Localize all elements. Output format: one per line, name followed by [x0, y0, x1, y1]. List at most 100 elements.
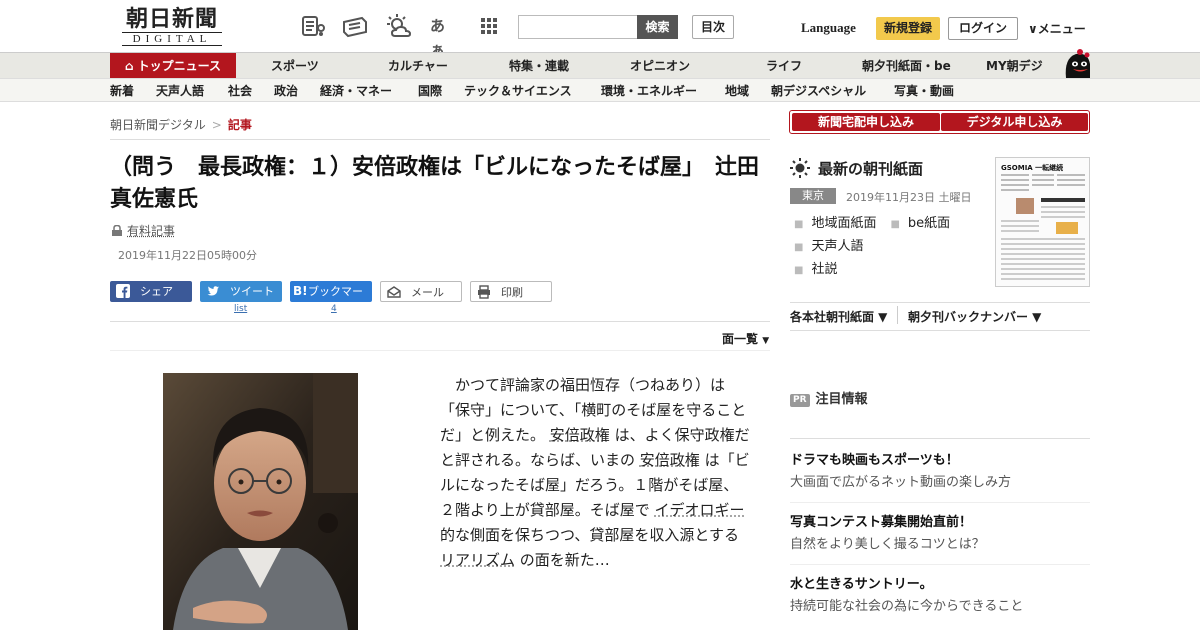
- print-button[interactable]: 印刷: [470, 281, 552, 302]
- divider: [790, 330, 1090, 331]
- bookmark-label: ブックマーク: [308, 285, 363, 319]
- body-text: の面を新た…: [519, 551, 610, 569]
- paper-link-tensei[interactable]: 天声人語: [811, 239, 863, 254]
- divider: [790, 564, 1090, 565]
- caret-down-icon: ▼: [762, 336, 770, 346]
- article-photo[interactable]: [163, 373, 358, 630]
- paper-link-editorial[interactable]: 社説: [811, 262, 837, 277]
- signup-button[interactable]: 新規登録: [876, 17, 940, 40]
- bullet-icon: ■: [794, 242, 804, 253]
- search-button[interactable]: 検索: [637, 15, 678, 39]
- apps-grid-icon[interactable]: [476, 14, 502, 38]
- login-button[interactable]: ログイン: [948, 17, 1018, 40]
- font-size-icon[interactable]: あぁ: [430, 14, 456, 59]
- site-header: 朝日新聞 DIGITAL あぁ 検索 目次 Language 新規登録 ログイン…: [0, 0, 1200, 59]
- pr-item[interactable]: 水と生きるサントリー。 持続可能な社会の為に今からできること: [790, 576, 1090, 617]
- nav2-tensei-jingo[interactable]: 天声人語: [156, 79, 204, 103]
- sun-icon: [790, 158, 810, 178]
- twitter-icon: [206, 284, 220, 298]
- pr-title: 注目情報: [815, 392, 868, 407]
- nav-my-asadigi[interactable]: MY朝デジ: [986, 53, 1043, 79]
- backnumber-dropdown[interactable]: 朝夕刊バックナンバー ▼: [908, 308, 1041, 325]
- article-date: 2019年11月22日05時00分: [118, 249, 257, 262]
- logo-sub: DIGITAL: [122, 32, 222, 46]
- print-label: 印刷: [501, 286, 523, 299]
- paid-article-badge[interactable]: 有料記事: [112, 222, 175, 239]
- home-icon: ⌂: [125, 59, 134, 73]
- digital-subscribe-button[interactable]: デジタル申し込み: [941, 113, 1088, 131]
- mail-label: メール: [411, 286, 444, 299]
- nav-life[interactable]: ライフ: [766, 53, 802, 79]
- toc-button[interactable]: 目次: [692, 15, 734, 39]
- pr-item-subtext: 大画面で広がるネット動画の楽しみ方: [790, 475, 1012, 490]
- mail-button[interactable]: メール: [380, 281, 462, 302]
- mascot-icon[interactable]: [1058, 44, 1094, 78]
- keyword-link[interactable]: イデオロギー: [654, 501, 744, 519]
- facebook-icon: [116, 284, 130, 298]
- logo-kanji: 朝日新聞: [125, 6, 218, 32]
- paper-link-regional[interactable]: 地域面紙面: [811, 216, 876, 231]
- pr-item-headline: ドラマも映画もスポーツも！: [790, 453, 959, 468]
- pr-item-subtext: 自然をより美しく撮るコツとは？: [790, 537, 985, 552]
- pr-item[interactable]: 写真コンテスト募集開始直前！ 自然をより美しく撮るコツとは？: [790, 514, 1090, 555]
- keyword-link[interactable]: 安倍政権: [640, 451, 700, 469]
- divider: [790, 502, 1090, 503]
- nav2-photo-video[interactable]: 写真・動画: [894, 79, 954, 103]
- divider: [110, 139, 770, 140]
- latest-paper-heading: 最新の朝刊紙面: [790, 158, 923, 179]
- subscription-buttons: 新聞宅配申し込み デジタル申し込み: [789, 110, 1090, 134]
- regional-paper-dropdown[interactable]: 各本社朝刊紙面 ▼: [790, 308, 887, 325]
- pr-item-headline: 写真コンテスト募集開始直前！: [790, 515, 973, 530]
- pr-item[interactable]: ドラマも映画もスポーツも！ 大画面で広がるネット動画の楽しみ方: [790, 452, 1090, 493]
- tweet-count[interactable]: list: [234, 304, 247, 314]
- nav2-environment[interactable]: 環境・エネルギー: [601, 79, 697, 103]
- front-page-thumbnail[interactable]: GSOMIA 一転継続: [995, 157, 1090, 287]
- breadcrumb-home[interactable]: 朝日新聞デジタル: [110, 118, 206, 132]
- region-badge: 東京: [790, 188, 836, 204]
- page-list-dropdown[interactable]: 面一覧 ▼: [722, 330, 769, 347]
- nav-features[interactable]: 特集・連載: [509, 53, 569, 79]
- nav-culture[interactable]: カルチャー: [388, 53, 448, 79]
- weather-icon[interactable]: [386, 14, 412, 38]
- newspaper-icon[interactable]: [300, 14, 326, 38]
- delivery-subscribe-button[interactable]: 新聞宅配申し込み: [792, 113, 940, 131]
- hatena-icon: B!: [293, 284, 308, 298]
- print-icon: [477, 285, 491, 299]
- language-link[interactable]: Language: [801, 20, 856, 36]
- pr-heading: PR 注目情報: [790, 388, 868, 407]
- nav2-special[interactable]: 朝デジスペシャル: [771, 79, 866, 103]
- nav2-international[interactable]: 国際: [418, 79, 442, 103]
- paper-title: 最新の朝刊紙面: [818, 160, 924, 178]
- breadcrumb: 朝日新聞デジタル > 記事: [110, 116, 252, 133]
- nav-top-news[interactable]: ⌂ トップニュース: [110, 53, 236, 79]
- article-body: かつて評論家の福田恆存（つねあり）は「保守」について、「横町のそば屋を守ることだ…: [440, 373, 752, 573]
- bullet-icon: ■: [794, 265, 804, 276]
- article-title: （問う 最長政権：１）安倍政権は「ビルになったそば屋」 辻田真佐憲氏: [110, 155, 760, 212]
- bookmark-count[interactable]: 4: [331, 304, 337, 314]
- menu-button[interactable]: ∨メニュー: [1028, 20, 1086, 37]
- nav-sports[interactable]: スポーツ: [271, 53, 319, 79]
- keyword-link[interactable]: リアリズム: [440, 551, 515, 569]
- news-ticker-icon[interactable]: [342, 14, 368, 38]
- nav-opinion[interactable]: オピニオン: [630, 53, 690, 79]
- nav2-economy[interactable]: 経済・マネー: [320, 79, 392, 103]
- nav2-society[interactable]: 社会: [228, 79, 252, 103]
- hatena-bookmark-button[interactable]: B! ブックマーク: [290, 281, 372, 319]
- site-logo[interactable]: 朝日新聞 DIGITAL: [116, 7, 228, 47]
- paper-link-be[interactable]: be紙面: [908, 216, 950, 231]
- bullet-icon: ■: [794, 219, 804, 230]
- search-input[interactable]: [518, 15, 638, 39]
- nav-paper[interactable]: 朝夕刊紙面・be: [862, 53, 951, 79]
- nav2-politics[interactable]: 政治: [274, 79, 298, 103]
- pr-item-headline: 水と生きるサントリー。: [790, 577, 933, 592]
- twitter-share-button[interactable]: ツイート: [200, 281, 282, 302]
- keyword-link[interactable]: 安倍政権: [550, 426, 610, 444]
- pr-item-subtext: 持続可能な社会の為に今からできること: [790, 599, 1024, 614]
- nav-label: トップニュース: [137, 59, 221, 73]
- divider: [790, 302, 1090, 303]
- nav2-latest[interactable]: 新着: [110, 79, 134, 103]
- nav2-region[interactable]: 地域: [725, 79, 749, 103]
- facebook-share-button[interactable]: シェア: [110, 281, 192, 302]
- body-text: 的な側面を保ちつつ、貸部屋を収入源とする: [440, 526, 739, 544]
- nav2-tech-science[interactable]: テック＆サイエンス: [464, 79, 572, 103]
